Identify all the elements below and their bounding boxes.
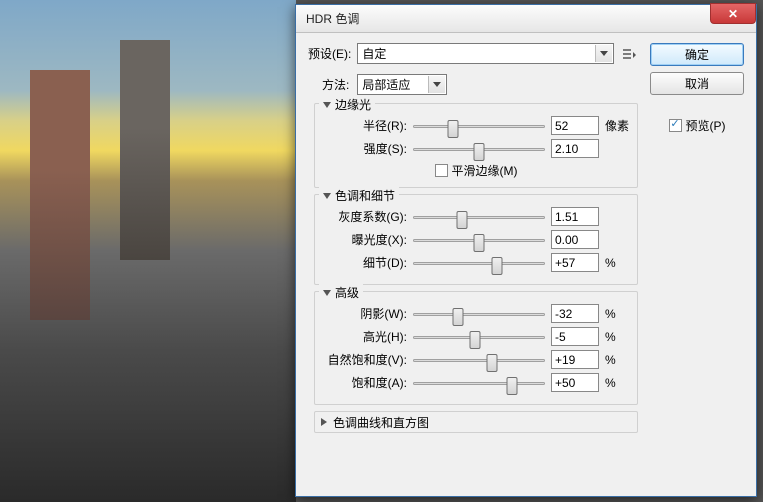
preset-label: 预设(E): [308, 45, 351, 62]
group-legend[interactable]: 边缘光 [319, 96, 375, 113]
smooth-label: 平滑边缘(M) [452, 162, 518, 179]
collapse-icon [323, 102, 331, 108]
group-legend[interactable]: 高级 [319, 284, 363, 301]
vibrance-slider[interactable] [413, 351, 545, 369]
smooth-row: 平滑边缘(M) [323, 162, 629, 179]
expand-icon [321, 418, 327, 426]
vibrance-label: 自然饱和度(V): [323, 351, 407, 368]
preview-checkbox[interactable] [669, 119, 682, 132]
exposure-slider[interactable] [413, 231, 545, 249]
method-value: 局部适应 [362, 76, 410, 93]
shadow-input[interactable] [551, 304, 599, 323]
highlight-unit: % [605, 330, 629, 344]
radius-input[interactable] [551, 116, 599, 135]
highlight-slider[interactable] [413, 328, 545, 346]
preview-label: 预览(P) [686, 117, 726, 134]
preset-menu-button[interactable] [620, 45, 638, 63]
shadow-slider[interactable] [413, 305, 545, 323]
gamma-slider[interactable] [413, 208, 545, 226]
saturation-slider[interactable] [413, 374, 545, 392]
radius-unit: 像素 [605, 117, 629, 134]
tone-detail-group: 色调和细节 灰度系数(G): 曝光度(X): 细节(D): [314, 194, 638, 285]
exposure-label: 曝光度(X): [323, 231, 407, 248]
highlight-row: 高光(H): % [323, 327, 629, 346]
detail-unit: % [605, 256, 629, 270]
group-legend[interactable]: 色调和细节 [319, 187, 399, 204]
highlight-input[interactable] [551, 327, 599, 346]
close-icon: ✕ [728, 7, 738, 21]
strength-label: 强度(S): [323, 140, 407, 157]
left-column: 预设(E): 自定 方法: 局部适应 [308, 43, 638, 488]
exposure-input[interactable] [551, 230, 599, 249]
collapse-icon [323, 290, 331, 296]
preset-value: 自定 [362, 45, 386, 62]
collapse-icon [323, 193, 331, 199]
preview-image [0, 0, 296, 502]
gamma-label: 灰度系数(G): [323, 208, 407, 225]
hdr-toning-dialog: HDR 色调 ✕ 预设(E): 自定 方法: 局部适应 [295, 4, 757, 497]
ok-button[interactable]: 确定 [650, 43, 744, 66]
curve-group[interactable]: 色调曲线和直方图 [314, 411, 638, 433]
detail-input[interactable] [551, 253, 599, 272]
dialog-content: 预设(E): 自定 方法: 局部适应 [296, 33, 756, 496]
saturation-unit: % [605, 376, 629, 390]
detail-row: 细节(D): % [323, 253, 629, 272]
radius-row: 半径(R): 像素 [323, 116, 629, 135]
smooth-checkbox[interactable] [435, 164, 448, 177]
chevron-down-icon [428, 76, 445, 93]
close-button[interactable]: ✕ [710, 3, 756, 24]
shadow-unit: % [605, 307, 629, 321]
radius-slider[interactable] [413, 117, 545, 135]
saturation-label: 饱和度(A): [323, 374, 407, 391]
vibrance-row: 自然饱和度(V): % [323, 350, 629, 369]
saturation-row: 饱和度(A): % [323, 373, 629, 392]
advanced-group: 高级 阴影(W): % 高光(H): % 自然饱和度(V): [314, 291, 638, 405]
gamma-input[interactable] [551, 207, 599, 226]
method-combo[interactable]: 局部适应 [357, 74, 447, 95]
detail-slider[interactable] [413, 254, 545, 272]
strength-slider[interactable] [413, 140, 545, 158]
shadow-row: 阴影(W): % [323, 304, 629, 323]
gamma-row: 灰度系数(G): [323, 207, 629, 226]
chevron-down-icon [595, 45, 612, 62]
cancel-button[interactable]: 取消 [650, 72, 744, 95]
method-label: 方法: [322, 76, 349, 93]
saturation-input[interactable] [551, 373, 599, 392]
preset-row: 预设(E): 自定 [308, 43, 638, 64]
right-column: 确定 取消 预览(P) [650, 43, 744, 488]
vibrance-input[interactable] [551, 350, 599, 369]
strength-row: 强度(S): [323, 139, 629, 158]
dialog-title: HDR 色调 [296, 10, 359, 27]
method-row: 方法: 局部适应 [308, 70, 638, 97]
curve-title: 色调曲线和直方图 [333, 414, 429, 431]
edge-glow-group: 边缘光 半径(R): 像素 强度(S): 平滑边缘(M) [314, 103, 638, 188]
strength-input[interactable] [551, 139, 599, 158]
exposure-row: 曝光度(X): [323, 230, 629, 249]
radius-label: 半径(R): [323, 117, 407, 134]
titlebar: HDR 色调 ✕ [296, 5, 756, 33]
highlight-label: 高光(H): [323, 328, 407, 345]
preset-combo[interactable]: 自定 [357, 43, 614, 64]
detail-label: 细节(D): [323, 254, 407, 271]
vibrance-unit: % [605, 353, 629, 367]
shadow-label: 阴影(W): [323, 305, 407, 322]
preview-row: 预览(P) [650, 117, 744, 134]
